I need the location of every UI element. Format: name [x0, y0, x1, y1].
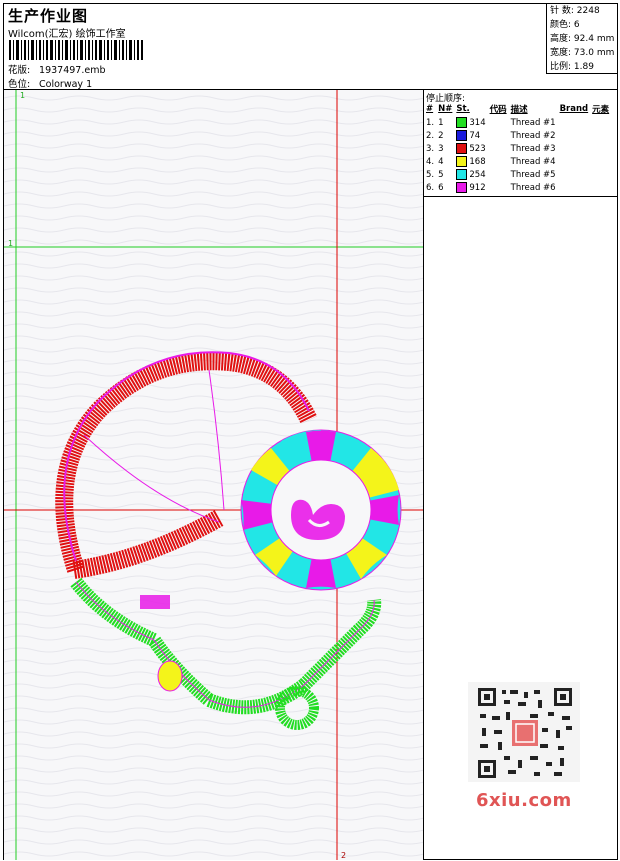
- colorway-label: 色位:: [8, 79, 31, 90]
- row-n: 6: [438, 182, 444, 193]
- sheet-header: 生产作业图 Wilcom(汇宏) 绘饰工作室 花版: 1937497.emb 色…: [4, 4, 617, 90]
- watermark-text: 6xiu.com: [476, 790, 572, 811]
- row-stitches: 912: [454, 181, 487, 194]
- row-desc: Thread #2: [510, 130, 556, 141]
- guide-label-top: 1: [20, 91, 25, 100]
- row-code: [488, 181, 509, 194]
- row-desc: Thread #6: [510, 182, 556, 193]
- row-n: 2: [438, 130, 444, 141]
- stitch-count: 254: [469, 170, 486, 180]
- row-n: 3: [438, 143, 444, 154]
- color-swatch: [456, 130, 468, 141]
- row-desc: Thread #4: [510, 156, 556, 167]
- yellow-foot: [157, 660, 183, 692]
- thread-row: 1. 1 314 Thread #1: [424, 116, 611, 129]
- stat-width: 宽度: 73.0 mm: [550, 48, 615, 58]
- row-index: 3.: [426, 143, 435, 154]
- col-stitches: St.: [456, 104, 470, 114]
- color-swatch: [456, 143, 468, 154]
- row-index: 5.: [426, 169, 435, 180]
- barcode: [9, 40, 143, 60]
- magenta-cheek: [140, 595, 170, 609]
- col-index: #: [426, 104, 434, 114]
- thread-row: 6. 6 912 Thread #6: [424, 181, 611, 194]
- stat-height: 高度: 92.4 mm: [550, 34, 615, 44]
- colorway-value: Colorway 1: [39, 79, 93, 90]
- row-desc: Thread #1: [510, 117, 556, 128]
- row-desc: Thread #3: [510, 143, 556, 154]
- row-index: 6.: [426, 182, 435, 193]
- stitch-count: 523: [469, 144, 486, 154]
- colorway-row: 色位: Colorway 1: [8, 76, 92, 90]
- file-label: 花版:: [8, 65, 31, 76]
- thread-table-header: # N# St. 代码 描述 Brand 元素: [424, 102, 611, 116]
- row-stitches: 254: [454, 168, 487, 181]
- thread-row: 4. 4 168 Thread #4: [424, 155, 611, 168]
- row-code: [488, 129, 509, 142]
- stat-colors: 颜色: 6: [550, 20, 580, 30]
- guide-label-bottom: 2: [341, 851, 346, 860]
- stitch-count: 912: [469, 183, 486, 193]
- stitch-count: 314: [469, 118, 486, 128]
- design-canvas: 1 1 2: [4, 90, 424, 860]
- company-name: Wilcom(汇宏) 绘饰工作室: [8, 29, 126, 40]
- ring-ornament: [240, 429, 402, 591]
- col-brand: Brand: [559, 104, 589, 114]
- thread-table: # N# St. 代码 描述 Brand 元素 1. 1 314 Thread #1 2…: [424, 102, 611, 194]
- row-index: 2.: [426, 130, 435, 141]
- row-stitches: 523: [454, 142, 487, 155]
- color-swatch: [456, 169, 468, 180]
- row-code: [488, 155, 509, 168]
- row-n: 4: [438, 156, 444, 167]
- stitch-count: 74: [469, 131, 481, 141]
- row-index: 1.: [426, 117, 435, 128]
- thread-row: 5. 5 254 Thread #5: [424, 168, 611, 181]
- color-swatch: [456, 156, 468, 167]
- row-index: 4.: [426, 156, 435, 167]
- stitch-count: 168: [469, 157, 486, 167]
- row-desc: Thread #5: [510, 169, 556, 180]
- row-n: 1: [438, 117, 444, 128]
- row-code: [488, 142, 509, 155]
- thread-row: 2. 2 74 Thread #2: [424, 129, 611, 142]
- design-stats: 针 数: 2248 颜色: 6 高度: 92.4 mm 宽度: 73.0 mm …: [546, 4, 617, 74]
- row-n: 5: [438, 169, 444, 180]
- col-code: 代码: [489, 105, 507, 115]
- row-code: [488, 168, 509, 181]
- color-swatch: [456, 182, 468, 193]
- qr-code: [468, 682, 580, 782]
- embroidery-preview: 1 1 2: [4, 90, 423, 860]
- panel-divider: [424, 196, 617, 197]
- col-n: N#: [438, 104, 453, 114]
- guide-label-left: 1: [8, 239, 13, 248]
- stat-scale: 比例: 1.89: [550, 62, 594, 72]
- row-code: [488, 116, 509, 129]
- thread-row: 3. 3 523 Thread #3: [424, 142, 611, 155]
- row-stitches: 74: [454, 129, 487, 142]
- stat-stitches: 针 数: 2248: [550, 6, 600, 16]
- color-swatch: [456, 117, 468, 128]
- col-desc: 描述: [510, 105, 528, 115]
- file-row: 花版: 1937497.emb: [8, 62, 106, 76]
- row-stitches: 314: [454, 116, 487, 129]
- page-title: 生产作业图: [8, 7, 89, 25]
- row-stitches: 168: [454, 155, 487, 168]
- col-element: 元素: [592, 105, 610, 115]
- file-value: 1937497.emb: [39, 65, 106, 76]
